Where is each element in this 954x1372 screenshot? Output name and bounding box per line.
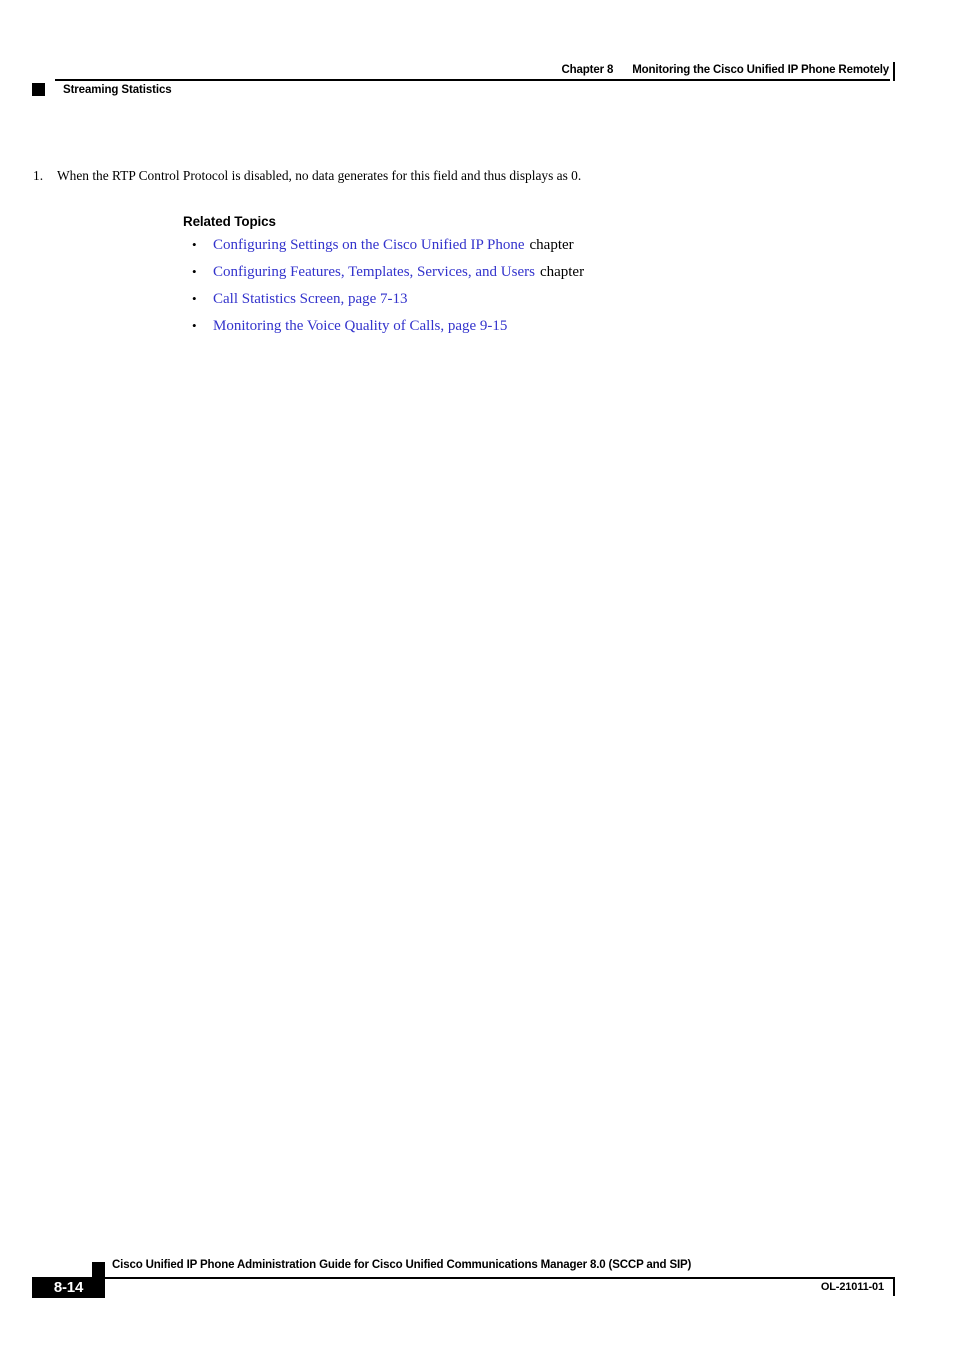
footer-rule-end-tick [893, 1277, 896, 1296]
footnote-text: When the RTP Control Protocol is disable… [57, 168, 582, 183]
page-header: Chapter 8 Monitoring the Cisco Unified I… [0, 0, 954, 105]
header-chapter-reference: Chapter 8 Monitoring the Cisco Unified I… [561, 64, 890, 76]
bullet-icon: • [192, 317, 197, 333]
list-item[interactable]: • Configuring Settings on the Cisco Unif… [183, 237, 803, 254]
document-id: OL-21011-01 [820, 1281, 884, 1293]
bullet-icon: • [192, 290, 197, 306]
document-page: Chapter 8 Monitoring the Cisco Unified I… [0, 0, 954, 1372]
header-chapter-number: Chapter 8 [561, 64, 614, 76]
header-rule [55, 79, 890, 81]
related-topic-link[interactable]: Configuring Settings on the Cisco Unifie… [213, 237, 525, 254]
related-topics-heading: Related Topics [183, 214, 276, 229]
footer-guide-title: Cisco Unified IP Phone Administration Gu… [112, 1259, 692, 1271]
related-topic-link[interactable]: Call Statistics Screen, page 7-13 [213, 291, 408, 308]
footer-rule [105, 1277, 895, 1279]
header-rule-end-tick [893, 62, 896, 81]
square-bullet-icon [32, 83, 45, 96]
related-topic-trailing-text: chapter [529, 237, 574, 253]
related-topic-trailing-text: chapter [539, 263, 585, 280]
related-topic-link[interactable]: Configuring Features, Templates, Service… [213, 264, 535, 281]
square-bullet-icon [92, 1262, 105, 1277]
bullet-icon: • [192, 237, 197, 252]
footnote-number: 1. [33, 168, 44, 183]
related-topic-link[interactable]: Monitoring the Voice Quality of Calls, p… [213, 318, 507, 335]
header-chapter-title: Monitoring the Cisco Unified IP Phone Re… [632, 64, 889, 76]
list-item[interactable]: • Configuring Features, Templates, Servi… [183, 264, 803, 281]
list-item[interactable]: • Monitoring the Voice Quality of Calls,… [183, 318, 803, 335]
running-head: Streaming Statistics [32, 83, 172, 96]
related-topics-list: • Configuring Settings on the Cisco Unif… [183, 237, 803, 335]
list-item[interactable]: • Call Statistics Screen, page 7-13 [183, 291, 803, 308]
bullet-icon: • [192, 263, 197, 279]
running-head-label: Streaming Statistics [63, 83, 172, 96]
footnote: 1. When the RTP Control Protocol is disa… [33, 168, 581, 184]
related-topics-section: Related Topics • Configuring Settings on… [183, 214, 803, 335]
